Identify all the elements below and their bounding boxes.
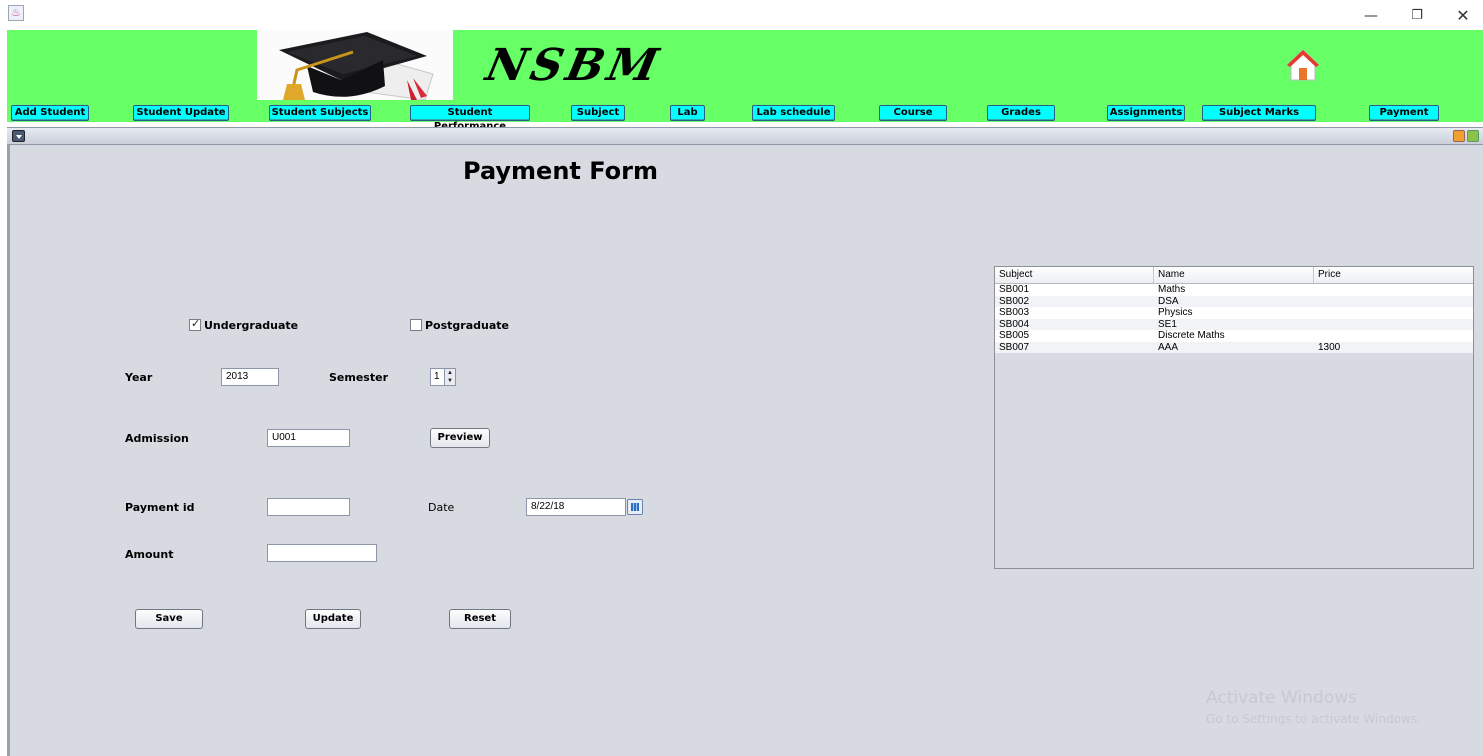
year-label: Year — [125, 371, 153, 384]
column-header-subject[interactable]: Subject — [995, 267, 1154, 283]
internal-frame-title-bar — [7, 127, 1483, 145]
reset-button[interactable]: Reset — [449, 609, 511, 629]
java-app-icon[interactable]: ♨ — [8, 5, 24, 21]
undergraduate-checkbox[interactable] — [189, 317, 201, 331]
semester-value: 1 — [434, 371, 440, 382]
payment-id-input[interactable] — [267, 498, 350, 516]
admission-input[interactable]: U001 — [267, 429, 350, 447]
nav-subject-button[interactable]: Subject — [571, 105, 625, 121]
cell-name: Discrete Maths — [1158, 330, 1225, 341]
table-row[interactable]: SB003 Physics — [995, 307, 1473, 319]
table-row[interactable]: SB005 Discrete Maths — [995, 330, 1473, 342]
cell-name: Maths — [1158, 284, 1186, 295]
date-label: Date — [428, 501, 455, 514]
amount-input[interactable] — [267, 544, 377, 562]
minimize-icon[interactable]: — — [1356, 6, 1386, 26]
nav-student-performance-button[interactable]: Student Performance — [410, 105, 530, 132]
nav-assignments-button[interactable]: Assignments — [1107, 105, 1185, 121]
cell-name: Physics — [1158, 307, 1193, 318]
watermark-subtitle: Go to Settings to activate Windows. — [1206, 712, 1421, 726]
graduation-cap-logo — [257, 30, 453, 100]
undergraduate-label: Undergraduate — [204, 319, 299, 332]
column-header-name[interactable]: Name — [1154, 267, 1314, 283]
page-title: Payment Form — [463, 157, 658, 185]
nav-lab-schedule-button[interactable]: Lab schedule — [752, 105, 835, 121]
update-button[interactable]: Update — [305, 609, 361, 629]
restore-icon[interactable]: ❐ — [1402, 6, 1432, 26]
cell-subject: SB001 — [999, 284, 1030, 295]
home-icon[interactable] — [1285, 48, 1321, 82]
activation-watermark: Activate Windows Go to Settings to activ… — [1206, 688, 1421, 726]
column-header-price[interactable]: Price — [1314, 267, 1473, 283]
amount-label: Amount — [125, 548, 174, 561]
table-body: SB001 Maths SB002 DSA SB003 Physics SB00… — [995, 284, 1473, 353]
cell-name: SE1 — [1158, 318, 1177, 330]
spinner-arrows[interactable]: ▲ ▼ — [444, 369, 455, 385]
postgraduate-checkbox[interactable] — [410, 319, 422, 331]
date-input[interactable]: 8/22/18 — [526, 498, 626, 516]
nav-add-student-button[interactable]: Add Student — [11, 105, 89, 121]
cell-name: AAA — [1158, 341, 1179, 353]
nav-lab-button[interactable]: Lab — [670, 105, 705, 121]
cell-subject: SB002 — [999, 295, 1030, 307]
nav-student-subjects-button[interactable]: Student Subjects — [269, 105, 371, 121]
frame-maximize-icon[interactable] — [1467, 130, 1479, 142]
cell-subject: SB004 — [999, 318, 1030, 330]
payment-id-label: Payment id — [125, 501, 195, 514]
table-header: Subject Name Price — [995, 267, 1473, 284]
frame-minimize-icon[interactable] — [1453, 130, 1465, 142]
cell-name: DSA — [1158, 295, 1179, 307]
frame-menu-icon[interactable] — [12, 130, 25, 142]
cell-subject: SB005 — [999, 330, 1030, 341]
postgraduate-label: Postgraduate — [425, 319, 509, 332]
close-icon[interactable]: ✕ — [1448, 6, 1478, 26]
preview-button[interactable]: Preview — [430, 428, 490, 448]
header-banner: NSBM Add Student Student Update Student … — [7, 30, 1483, 132]
table-row[interactable]: SB002 DSA — [995, 295, 1473, 307]
year-input[interactable]: 2013 — [221, 368, 279, 386]
subjects-table[interactable]: Subject Name Price SB001 Maths SB002 DSA… — [994, 266, 1474, 569]
cell-subject: SB003 — [999, 307, 1030, 318]
nav-student-update-button[interactable]: Student Update — [133, 105, 229, 121]
cell-subject: SB007 — [999, 341, 1030, 353]
nav-course-button[interactable]: Course — [879, 105, 947, 121]
calendar-icon[interactable] — [627, 499, 643, 515]
table-row[interactable]: SB007 AAA 1300 — [995, 341, 1473, 353]
watermark-title: Activate Windows — [1206, 688, 1357, 708]
spinner-up-icon[interactable]: ▲ — [445, 369, 455, 377]
save-button[interactable]: Save — [135, 609, 203, 629]
admission-label: Admission — [125, 432, 189, 445]
table-row[interactable]: SB004 SE1 — [995, 318, 1473, 330]
brand-title: NSBM — [481, 40, 667, 91]
nav-subject-marks-button[interactable]: Subject Marks — [1202, 105, 1316, 121]
window-title-bar: ♨ — ❐ ✕ — [0, 0, 1483, 30]
semester-label: Semester — [329, 371, 388, 384]
nav-grades-button[interactable]: Grades — [987, 105, 1055, 121]
nav-payment-button[interactable]: Payment — [1369, 105, 1439, 121]
semester-spinner[interactable]: 1 ▲ ▼ — [430, 368, 456, 386]
cell-price: 1300 — [1318, 341, 1341, 353]
table-row[interactable]: SB001 Maths — [995, 284, 1473, 296]
spinner-down-icon[interactable]: ▼ — [445, 377, 455, 385]
